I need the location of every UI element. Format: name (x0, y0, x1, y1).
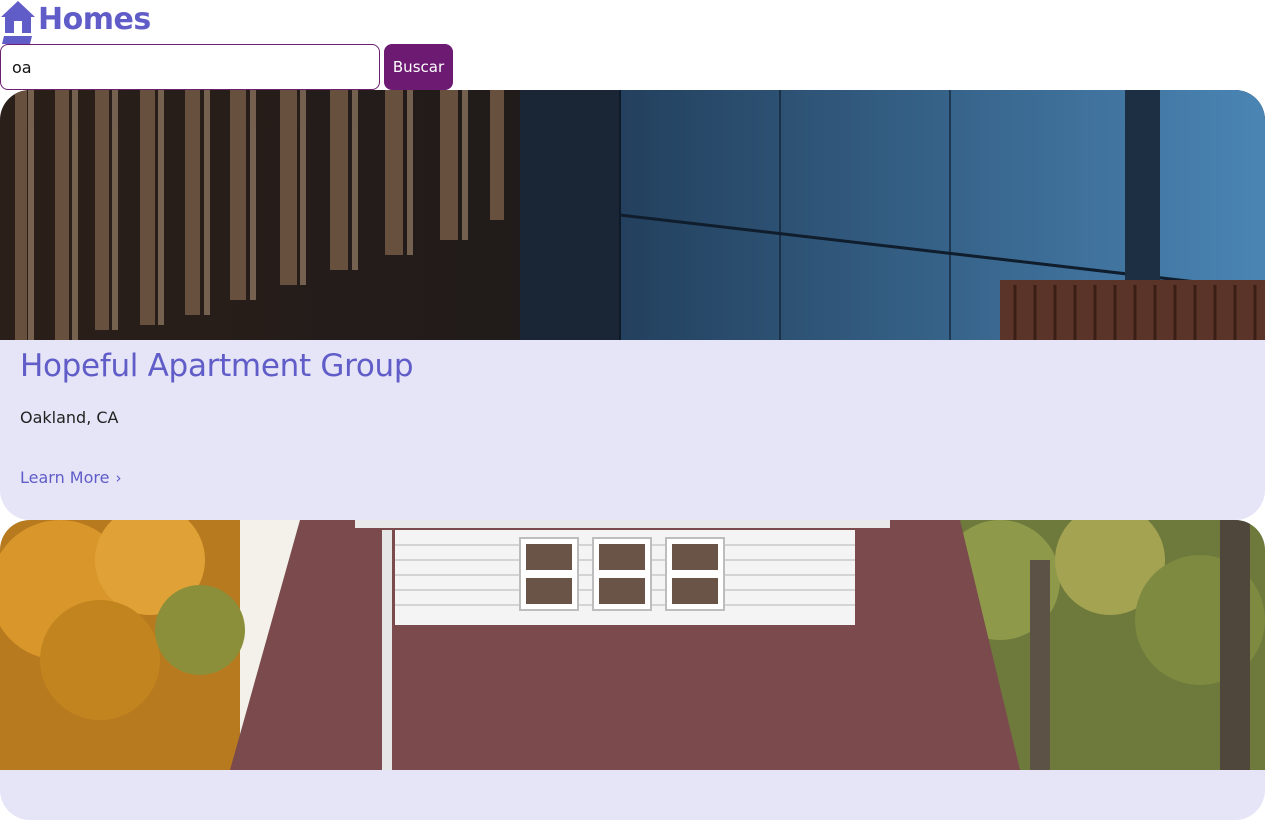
listing-card: Hopeful Apartment Group Oakland, CA Lear… (0, 90, 1265, 520)
listing-location: Oakland, CA (20, 408, 119, 427)
search-input[interactable] (0, 44, 380, 90)
learn-more-link[interactable]: Learn More › (20, 468, 121, 487)
brand-name[interactable]: Homes (38, 2, 151, 37)
listing-card (0, 520, 1265, 820)
listing-title: Hopeful Apartment Group (20, 348, 414, 384)
site-header: Homes (0, 0, 300, 44)
house-icon[interactable] (0, 0, 36, 44)
search-button[interactable]: Buscar (384, 44, 453, 90)
listing-photo (0, 520, 1265, 770)
chevron-right-icon: › (115, 469, 122, 487)
listing-photo (0, 90, 1265, 340)
learn-more-label: Learn More (20, 468, 110, 487)
